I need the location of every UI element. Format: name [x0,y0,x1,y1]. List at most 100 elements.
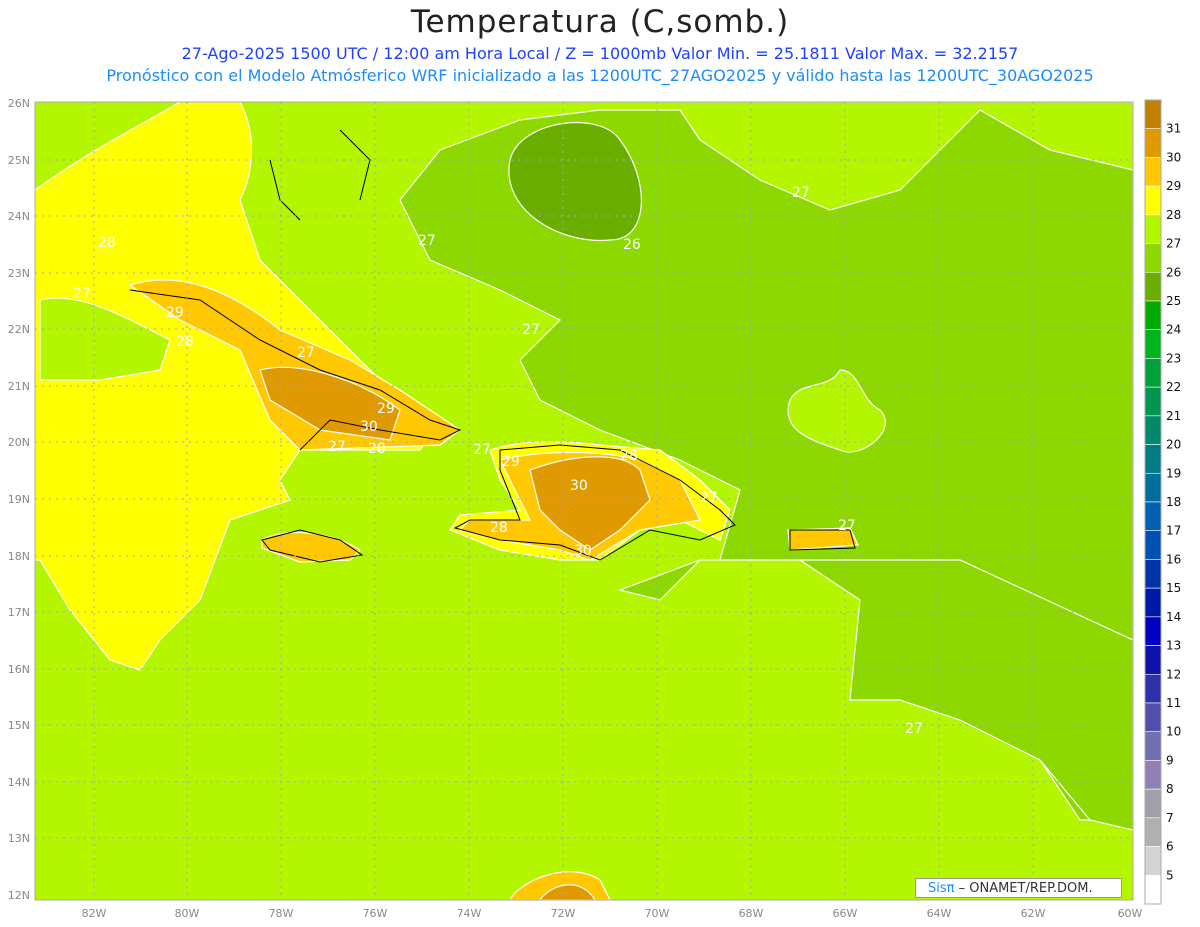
contour-label: 26 [623,237,641,253]
colorbar-label: 7 [1166,811,1174,825]
lon-label: 64W [927,907,952,920]
colorbar-label: 9 [1166,753,1174,767]
colorbar-label: 11 [1166,696,1181,710]
lat-label: 25N [8,154,30,167]
colorbar-label: 13 [1166,639,1181,653]
colorbar-swatch [1144,185,1162,216]
colorbar-label: 24 [1166,323,1181,337]
colorbar: 31 30 29 28 27 26 25 24 23 22 21 20 19 18 17 16 15 14 13 12… [1144,99,1181,905]
colorbar-label: 23 [1166,351,1181,365]
lon-label: 78W [269,907,294,920]
contour-label: 27 [328,439,346,455]
colorbar-swatch [1144,472,1162,503]
contour-label: 27 [838,518,856,534]
contour-label: 30 [570,478,588,494]
lat-label: 12N [8,889,30,902]
contour-label: 28 [490,520,508,536]
lat-label: 15N [8,719,30,732]
colorbar-swatch [1144,214,1162,244]
contour-label: 28 [98,235,116,251]
colorbar-swatch [1144,99,1162,130]
temperature-map: 27 26 28 27 29 27 28 27 27 29 30 27 28 2… [8,97,1182,920]
colorbar-label: 25 [1166,294,1181,308]
colorbar-label: 20 [1166,438,1181,452]
longitude-axis: 82W 80W 78W 76W 74W 72W 70W 68W 66W 64W … [82,907,1143,920]
colorbar-label: 19 [1166,466,1181,480]
lat-label: 14N [8,776,30,789]
colorbar-label: 29 [1166,179,1181,193]
lat-label: 17N [8,606,30,619]
contour-label: 27 [792,185,810,201]
colorbar-label: 26 [1166,265,1181,279]
latitude-axis: 26N 25N 24N 23N 22N 21N 20N 19N 18N 17N … [8,97,30,902]
contour-label: 27 [905,721,923,737]
contour-label: 28 [176,334,194,350]
lon-label: 72W [551,907,576,920]
colorbar-swatch [1144,673,1162,704]
lon-label: 60W [1118,907,1143,920]
colorbar-label: 8 [1166,782,1174,796]
contour-label: 28 [620,448,638,464]
contour-label: 29 [502,454,520,470]
lat-label: 18N [8,550,30,563]
colorbar-swatch [1144,300,1162,331]
colorbar-label: 27 [1166,237,1181,251]
colorbar-swatch [1144,559,1162,589]
colorbar-swatch [1144,386,1162,417]
colorbar-label: 16 [1166,552,1181,566]
lon-label: 70W [645,907,670,920]
colorbar-label: 28 [1166,208,1181,222]
lon-label: 76W [363,907,388,920]
contour-label: 27 [700,490,718,506]
colorbar-swatch [1144,731,1162,761]
lon-label: 66W [833,907,858,920]
colorbar-label: 17 [1166,524,1181,538]
colorbar-label: 18 [1166,495,1181,509]
colorbar-label: 6 [1166,840,1174,854]
credit-box: Sisπ – ONAMET/REP.DOM. [915,878,1122,898]
colorbar-label: 12 [1166,667,1181,681]
lon-label: 62W [1021,907,1046,920]
contour-label: 28 [368,441,386,457]
contour-label: 27 [473,442,491,458]
contour-label: 27 [418,233,436,249]
colorbar-label: 10 [1166,725,1181,739]
colorbar-swatch [1144,788,1162,819]
contour-label: 27 [73,286,91,302]
colorbar-swatch [1144,444,1162,474]
lat-label: 19N [8,493,30,506]
colorbar-swatch [1144,530,1162,560]
colorbar-swatch [1144,271,1162,302]
colorbar-label: 30 [1166,150,1181,164]
lon-label: 68W [739,907,764,920]
contour-label: 27 [522,322,540,338]
lat-label: 21N [8,380,30,393]
colorbar-swatch [1144,645,1162,675]
colorbar-swatch [1144,501,1162,532]
colorbar-label: 14 [1166,610,1181,624]
colorbar-swatch [1144,329,1162,359]
contour-label: 30 [360,419,378,435]
colorbar-label: 21 [1166,409,1181,423]
contour-label: 29 [377,401,395,417]
colorbar-swatch [1144,702,1162,733]
lat-label: 23N [8,267,30,280]
contour-label: 30 [574,543,592,559]
lat-label: 24N [8,210,30,223]
lon-label: 74W [457,907,482,920]
colorbar-label: 15 [1166,581,1181,595]
lat-label: 22N [8,323,30,336]
lat-label: 16N [8,663,30,676]
contour-label: 29 [166,305,184,321]
colorbar-swatch [1144,157,1162,187]
colorbar-swatch [1144,874,1162,905]
lat-label: 20N [8,436,30,449]
colorbar-swatch [1144,128,1162,158]
lon-label: 82W [82,907,107,920]
colorbar-label: 5 [1166,868,1174,882]
colorbar-swatch [1144,760,1162,790]
credit-text: – ONAMET/REP.DOM. [958,881,1093,896]
colorbar-label: 31 [1166,122,1181,136]
colorbar-label: 22 [1166,380,1181,394]
colorbar-swatch [1144,817,1162,847]
